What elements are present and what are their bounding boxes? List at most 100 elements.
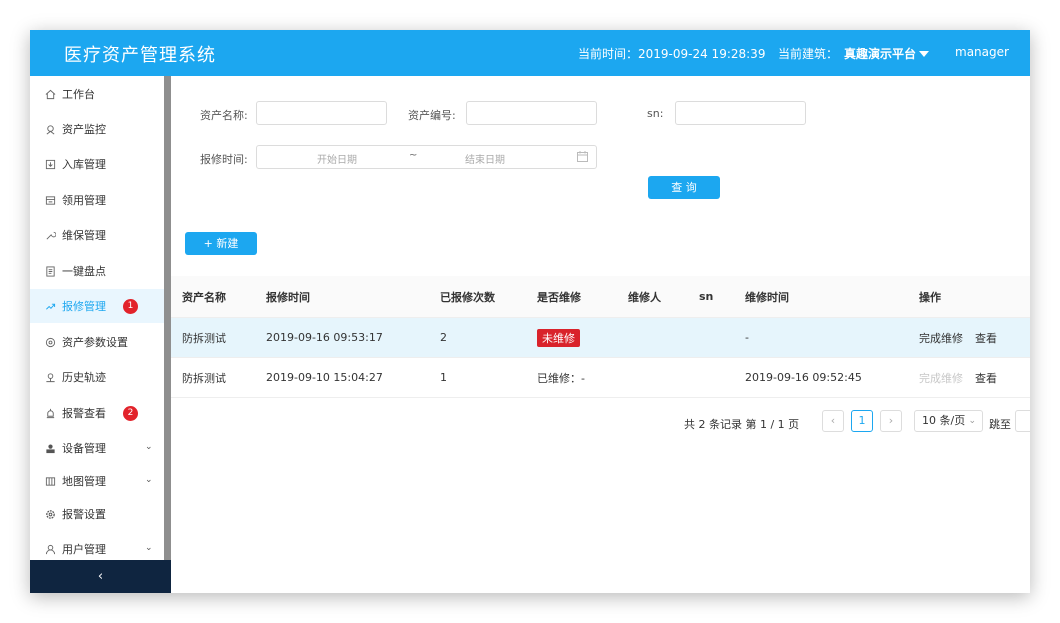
sidebar-item-label: 资产监控 — [62, 123, 106, 136]
chevron-down-icon: ⌄ — [968, 416, 976, 426]
end-date-placeholder: 结束日期 — [465, 155, 505, 166]
calendar-icon — [577, 151, 588, 162]
wrench-icon — [44, 229, 56, 241]
repair-time-cell: 2019-09-10 15:04:27 — [266, 371, 383, 384]
sidebar-item-asset-params[interactable]: 资产参数设置 — [30, 325, 164, 359]
sn-label: sn: — [647, 107, 664, 120]
sidebar-item-label: 用户管理 — [62, 543, 106, 556]
sidebar-item-label: 设备管理 — [62, 442, 106, 455]
repair-time-label: 报修时间: — [200, 153, 248, 166]
inbox-icon — [44, 194, 56, 206]
sidebar-item-label: 报修管理 — [62, 300, 106, 313]
main-content: 资产名称: 资产编号: sn: 报修时间: 开始日期 ~ 结束日期 查 询 + … — [171, 76, 1030, 593]
sidebar-item-label: 维保管理 — [62, 229, 106, 242]
column-header: 报修时间 — [266, 290, 310, 304]
chevron-down-icon: ⌄ — [145, 442, 153, 452]
user-menu[interactable]: manager — [955, 45, 1009, 59]
map-icon — [44, 475, 56, 487]
unrepaired-tag: 未维修 — [537, 328, 580, 347]
asset-name-label: 资产名称: — [200, 109, 248, 122]
page-size-value: 10 条/页 — [922, 414, 966, 427]
column-header: 维修人 — [628, 290, 661, 304]
sidebar-item-alarm-view[interactable]: 报警查看 2 — [30, 396, 164, 430]
sidebar-item-label: 报警设置 — [62, 508, 106, 521]
sidebar-item-label: 报警查看 — [62, 407, 106, 420]
column-header: sn — [699, 290, 714, 303]
inbound-icon — [44, 158, 56, 170]
table-row[interactable]: 防拆测试 2019-09-10 15:04:27 1 已维修：- 2019-09… — [171, 358, 1030, 398]
sidebar-item-inventory[interactable]: 一键盘点 — [30, 254, 164, 288]
chevron-down-icon: ⌄ — [145, 543, 153, 553]
sidebar-scrollbar[interactable] — [164, 76, 171, 560]
sidebar-item-asset-monitor[interactable]: 资产监控 — [30, 112, 164, 146]
view-link[interactable]: 查看 — [975, 330, 997, 346]
app-title: 医疗资产管理系统 — [64, 45, 216, 66]
sidebar-item-maintenance[interactable]: 维保管理 — [30, 218, 164, 252]
gear-icon — [44, 508, 56, 520]
complete-repair-link[interactable]: 完成维修 — [919, 330, 963, 346]
notification-badge: 1 — [123, 299, 138, 314]
repair-count-cell: 1 — [440, 371, 447, 384]
page-size-select[interactable]: 10 条/页 ⌄ — [914, 410, 983, 432]
column-header: 已报修次数 — [440, 290, 495, 304]
repair-date-range-picker[interactable]: 开始日期 ~ 结束日期 — [256, 145, 597, 169]
new-button[interactable]: + 新建 — [185, 232, 257, 255]
column-header: 操作 — [919, 290, 941, 304]
sidebar-item-requisition[interactable]: 领用管理 — [30, 183, 164, 217]
view-link[interactable]: 查看 — [975, 370, 997, 386]
current-page-button[interactable]: 1 — [851, 410, 873, 432]
device-icon — [44, 442, 56, 454]
sn-input[interactable] — [675, 101, 806, 125]
sidebar-item-label: 一键盘点 — [62, 265, 106, 278]
sidebar-item-device-management[interactable]: 设备管理 ⌄ — [30, 431, 164, 465]
sidebar-item-label: 工作台 — [62, 88, 95, 101]
sidebar-item-label: 资产参数设置 — [62, 336, 128, 349]
asset-name-input[interactable] — [256, 101, 387, 125]
asset-name-cell: 防拆测试 — [182, 371, 226, 385]
sidebar-item-repair[interactable]: 报修管理 1 — [30, 289, 164, 323]
query-button[interactable]: 查 询 — [648, 176, 720, 199]
date-range-separator: ~ — [409, 150, 418, 161]
sidebar-item-inbound[interactable]: 入库管理 — [30, 147, 164, 181]
sidebar-item-label: 入库管理 — [62, 158, 106, 171]
start-date-placeholder: 开始日期 — [317, 155, 357, 166]
current-time: 当前时间：2019-09-24 19:28:39 — [578, 47, 766, 61]
sidebar-item-map-management[interactable]: 地图管理 ⌄ — [30, 464, 164, 498]
sidebar-item-alarm-settings[interactable]: 报警设置 — [30, 497, 164, 531]
sidebar-item-workbench[interactable]: 工作台 — [30, 77, 164, 111]
location-icon — [44, 371, 56, 383]
collapse-sidebar-button[interactable]: ‹ — [30, 560, 171, 593]
alarm-icon — [44, 407, 56, 419]
caret-down-icon — [919, 51, 930, 57]
actions-cell: 完成维修 查看 — [919, 318, 997, 357]
next-page-button[interactable]: › — [880, 410, 902, 432]
prev-page-button[interactable]: ‹ — [822, 410, 844, 432]
repair-status-cell: 已维修：- — [537, 371, 585, 385]
jump-to-page-input[interactable] — [1015, 410, 1030, 432]
table-row[interactable]: 防拆测试 2019-09-16 09:53:17 2 未维修 - 完成维修 查看 — [171, 318, 1030, 358]
complete-repair-link-disabled: 完成维修 — [919, 371, 963, 385]
repair-icon — [44, 300, 56, 312]
building-label: 当前建筑： — [778, 47, 839, 61]
user-icon — [44, 543, 56, 555]
sidebar: 工作台 资产监控 入库管理 领用管理 维保管理 一键盘点 报修管理 1 资产参数… — [30, 76, 171, 593]
chevron-down-icon: ⌄ — [145, 475, 153, 485]
notification-badge: 2 — [123, 406, 138, 421]
asset-code-input[interactable] — [466, 101, 597, 125]
sidebar-item-history-track[interactable]: 历史轨迹 — [30, 360, 164, 394]
table-header: 资产名称 报修时间 已报修次数 是否维修 维修人 sn 维修时间 操作 — [171, 276, 1030, 318]
sidebar-item-label: 历史轨迹 — [62, 371, 106, 384]
repair-time-cell: 2019-09-16 09:53:17 — [266, 331, 383, 344]
target-icon — [44, 336, 56, 348]
home-icon — [44, 88, 56, 100]
sidebar-item-label: 地图管理 — [62, 475, 106, 488]
sidebar-item-label: 领用管理 — [62, 194, 106, 207]
building-selector[interactable]: 当前建筑： 真趣演示平台 — [778, 45, 930, 62]
asset-code-label: 资产编号: — [408, 109, 456, 122]
column-header: 维修时间 — [745, 290, 789, 304]
column-header: 资产名称 — [182, 290, 226, 304]
building-value: 真趣演示平台 — [844, 47, 917, 61]
top-header: 医疗资产管理系统 当前时间：2019-09-24 19:28:39 当前建筑： 真… — [30, 30, 1030, 76]
column-header: 是否维修 — [537, 290, 581, 304]
asset-name-cell: 防拆测试 — [182, 331, 226, 345]
